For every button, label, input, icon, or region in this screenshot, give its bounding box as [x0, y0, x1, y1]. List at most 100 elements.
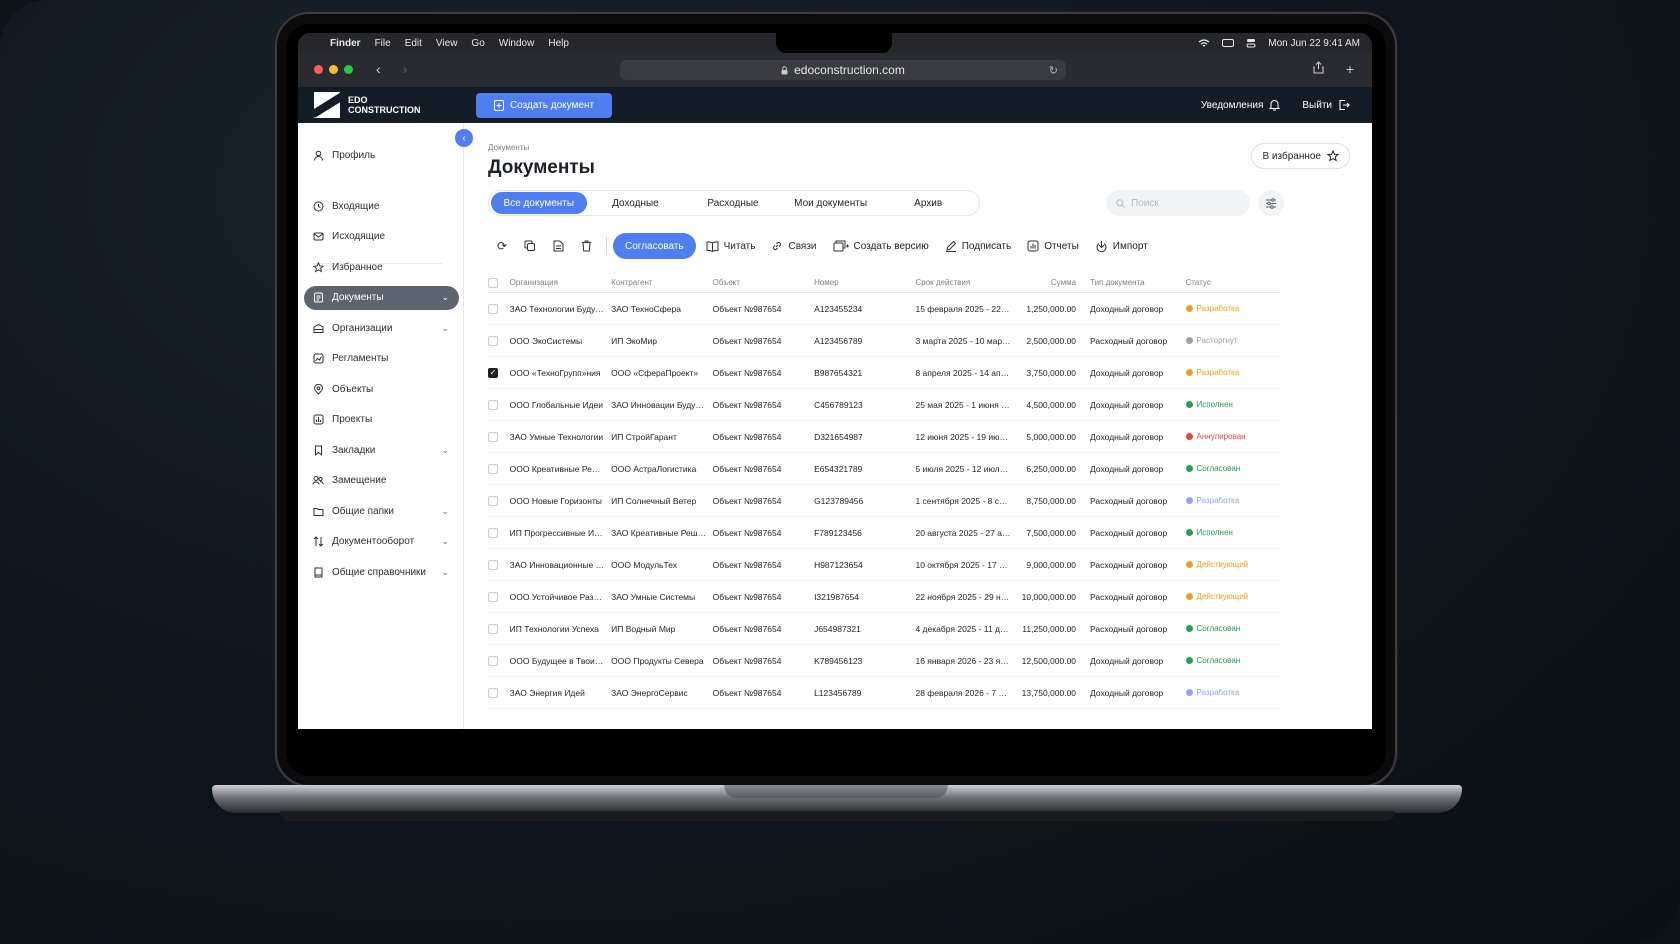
- row-checkbox[interactable]: [488, 655, 498, 666]
- column-header-counterparty[interactable]: Контрагент: [611, 278, 713, 287]
- wifi-icon[interactable]: [1198, 38, 1210, 48]
- sidebar-item-bookmark[interactable]: Закладки ⌄: [304, 438, 459, 462]
- sign-button[interactable]: Подписать: [945, 240, 1011, 252]
- notifications-button[interactable]: Уведомления: [1201, 99, 1281, 111]
- row-checkbox[interactable]: [488, 527, 498, 538]
- create-document-button[interactable]: Создать документ: [476, 93, 612, 118]
- row-checkbox[interactable]: [488, 431, 498, 442]
- reload-icon[interactable]: ↻: [1049, 64, 1058, 77]
- column-header-status[interactable]: Статус: [1186, 278, 1281, 287]
- table-row[interactable]: ООО Устойчивое Развитие ЗАО Умные Системы…: [488, 581, 1280, 613]
- sidebar-item-book[interactable]: Общие справочники ⌄: [304, 560, 459, 584]
- row-checkbox[interactable]: [488, 591, 498, 602]
- table-row[interactable]: ЗАО Инновационные СистемыООО МодульТех Об…: [488, 549, 1280, 581]
- column-header-number[interactable]: Номер: [814, 278, 915, 287]
- logout-button[interactable]: Выйти: [1302, 99, 1350, 111]
- cell-status: Исполнен: [1185, 528, 1281, 537]
- sidebar-item-envelope[interactable]: Исходящие: [304, 225, 459, 249]
- select-all-checkbox[interactable]: [488, 277, 498, 288]
- trash-icon[interactable]: [572, 234, 600, 258]
- filter-settings-button[interactable]: [1258, 190, 1284, 216]
- create-version-button[interactable]: Создать версию: [833, 240, 929, 252]
- column-header-type[interactable]: Тип документа: [1084, 278, 1186, 287]
- column-header-organization[interactable]: Организация: [510, 278, 612, 287]
- sidebar-item-star[interactable]: Избранное: [304, 255, 459, 279]
- import-button[interactable]: Импорт: [1095, 240, 1148, 252]
- menu-view[interactable]: View: [436, 38, 458, 49]
- back-arrow-icon[interactable]: ‹: [376, 61, 381, 77]
- table-row[interactable]: ИП Прогрессивные Идеи ЗАО Креативные Реше…: [488, 517, 1280, 549]
- sidebar-item-users[interactable]: Замещение: [304, 469, 459, 493]
- menu-help[interactable]: Help: [548, 38, 569, 49]
- sidebar-item-bar-chart[interactable]: Проекты: [304, 408, 459, 432]
- table-row[interactable]: ООО Новые Горизонты ИП Солнечный Ветер Объ…: [488, 485, 1280, 517]
- links-button[interactable]: Связи: [771, 240, 817, 252]
- sidebar-item-clock[interactable]: Входящие: [304, 194, 459, 218]
- copy-icon[interactable]: [516, 234, 544, 258]
- chevron-down-icon[interactable]: ⌄: [441, 506, 449, 517]
- table-row[interactable]: ИП Технологии Успеха ИП Водный Мир Объект …: [488, 613, 1280, 645]
- control-center-icon[interactable]: [1246, 38, 1256, 48]
- menu-window[interactable]: Window: [499, 38, 535, 49]
- sidebar-item-location[interactable]: Объекты: [304, 377, 459, 401]
- share-icon[interactable]: [1313, 61, 1324, 74]
- tab-all-documents[interactable]: Все документы: [491, 192, 587, 214]
- tab-archive[interactable]: Архив: [879, 192, 977, 214]
- table-row[interactable]: ООО ЭкоСистемы ИП ЭкоМир Объект №987654 A12…: [488, 325, 1280, 357]
- chevron-down-icon[interactable]: ⌄: [441, 567, 449, 578]
- menu-file[interactable]: File: [375, 38, 391, 49]
- maximize-window-button[interactable]: [344, 65, 353, 74]
- minimize-window-button[interactable]: [329, 65, 338, 74]
- table-row[interactable]: ООО Креативные Решения ООО АстраЛогистика…: [488, 453, 1280, 485]
- search-input[interactable]: Поиск: [1106, 190, 1250, 216]
- row-checkbox[interactable]: [488, 303, 498, 314]
- sidebar-item-building[interactable]: Организации ⌄: [304, 316, 459, 340]
- menu-go[interactable]: Go: [471, 38, 484, 49]
- row-checkbox[interactable]: ✓: [488, 367, 498, 378]
- column-header-term[interactable]: Срок действия: [915, 278, 1017, 287]
- sidebar-item-folder[interactable]: Общие папки ⌄: [304, 499, 459, 523]
- table-row[interactable]: ЗАО Энергия Идей ЗАО ЭнергоСервис Объект №…: [488, 677, 1280, 709]
- forward-arrow-icon[interactable]: ›: [403, 61, 408, 77]
- chevron-down-icon[interactable]: ⌄: [441, 323, 449, 334]
- chevron-down-icon[interactable]: ⌄: [441, 292, 449, 303]
- menu-finder[interactable]: Finder: [330, 38, 361, 49]
- sidebar-item-arrows[interactable]: Документооборот ⌄: [304, 530, 459, 554]
- chevron-down-icon[interactable]: ⌄: [441, 445, 449, 456]
- sidebar-item-chart[interactable]: Регламенты: [304, 347, 459, 371]
- chevron-down-icon[interactable]: ⌄: [441, 536, 449, 547]
- address-bar[interactable]: edoconstruction.com ↻: [620, 60, 1066, 80]
- menu-edit[interactable]: Edit: [405, 38, 422, 49]
- row-checkbox[interactable]: [488, 495, 498, 506]
- new-tab-icon[interactable]: +: [1346, 61, 1354, 77]
- row-checkbox[interactable]: [488, 399, 498, 410]
- reports-button[interactable]: Отчеты: [1027, 240, 1079, 252]
- collapse-sidebar-button[interactable]: ‹: [455, 129, 473, 147]
- close-window-button[interactable]: [314, 65, 323, 74]
- column-header-object[interactable]: Объект: [713, 278, 814, 287]
- table-row[interactable]: ✓ ООО «ТехноГрупп»ния ООО «СфераПроект» Объ…: [488, 357, 1280, 389]
- row-checkbox[interactable]: [488, 623, 498, 634]
- breadcrumb[interactable]: Документы: [488, 143, 529, 152]
- row-checkbox[interactable]: [488, 559, 498, 570]
- tab-expense[interactable]: Расходные: [684, 192, 782, 214]
- sidebar-item-profile[interactable]: Профиль: [304, 143, 459, 167]
- battery-icon[interactable]: [1222, 39, 1235, 47]
- logo[interactable]: EDO CONSTRUCTION: [314, 92, 421, 118]
- tab-income[interactable]: Доходные: [587, 192, 685, 214]
- table-row[interactable]: ООО Глобальные Идеи ЗАО Инновации Будущег…: [488, 389, 1280, 421]
- table-row[interactable]: ЗАО Технологии Будущего ЗАО ТехноСфера Объ…: [488, 293, 1280, 325]
- row-checkbox[interactable]: [488, 687, 498, 698]
- column-header-sum[interactable]: Сумма: [1017, 278, 1084, 287]
- file-icon[interactable]: [544, 234, 572, 258]
- read-button[interactable]: Читать: [706, 241, 755, 252]
- approve-button[interactable]: Согласовать: [613, 233, 696, 259]
- table-row[interactable]: ЗАО Умные Технологии ИП СтройГарант Объект…: [488, 421, 1280, 453]
- tab-my-documents[interactable]: Мои документы: [782, 192, 880, 214]
- row-checkbox[interactable]: [488, 335, 498, 346]
- add-favorite-button[interactable]: В избранное: [1251, 143, 1350, 169]
- sidebar-item-document[interactable]: Документы ⌄: [304, 285, 459, 310]
- row-checkbox[interactable]: [488, 463, 498, 474]
- refresh-icon[interactable]: ⟳: [488, 234, 516, 258]
- table-row[interactable]: ООО Будущее в Твоих РукахООО Продукты Се…: [488, 645, 1280, 677]
